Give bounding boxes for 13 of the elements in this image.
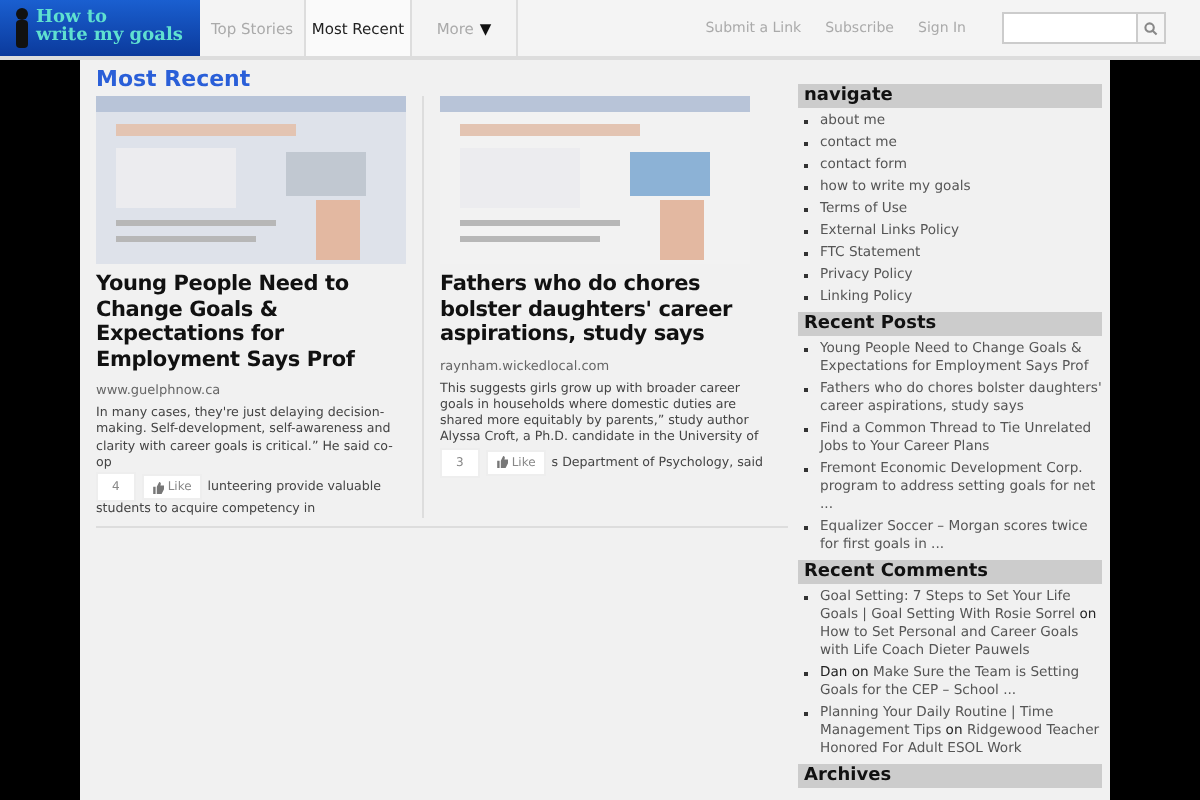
widget-title: Recent Posts: [798, 312, 1102, 336]
search-icon: [1144, 21, 1158, 35]
thumbs-up-icon: [151, 481, 164, 494]
section-heading: Most Recent: [96, 66, 253, 92]
widget-title: navigate: [798, 84, 1102, 108]
article-title[interactable]: Fathers who do chores bolster daughters' career aspirations, study says: [440, 272, 763, 347]
widget-title: Recent Comments: [798, 560, 1102, 584]
widget-title: Archives: [798, 764, 1102, 788]
search-button[interactable]: [1136, 14, 1164, 42]
search-field[interactable]: [1002, 12, 1166, 44]
article-title[interactable]: Young People Need to Change Goals & Expectations for Employment Says Prof: [96, 272, 406, 372]
thumbs-up-icon: [495, 456, 508, 469]
figure-icon: [12, 6, 32, 50]
